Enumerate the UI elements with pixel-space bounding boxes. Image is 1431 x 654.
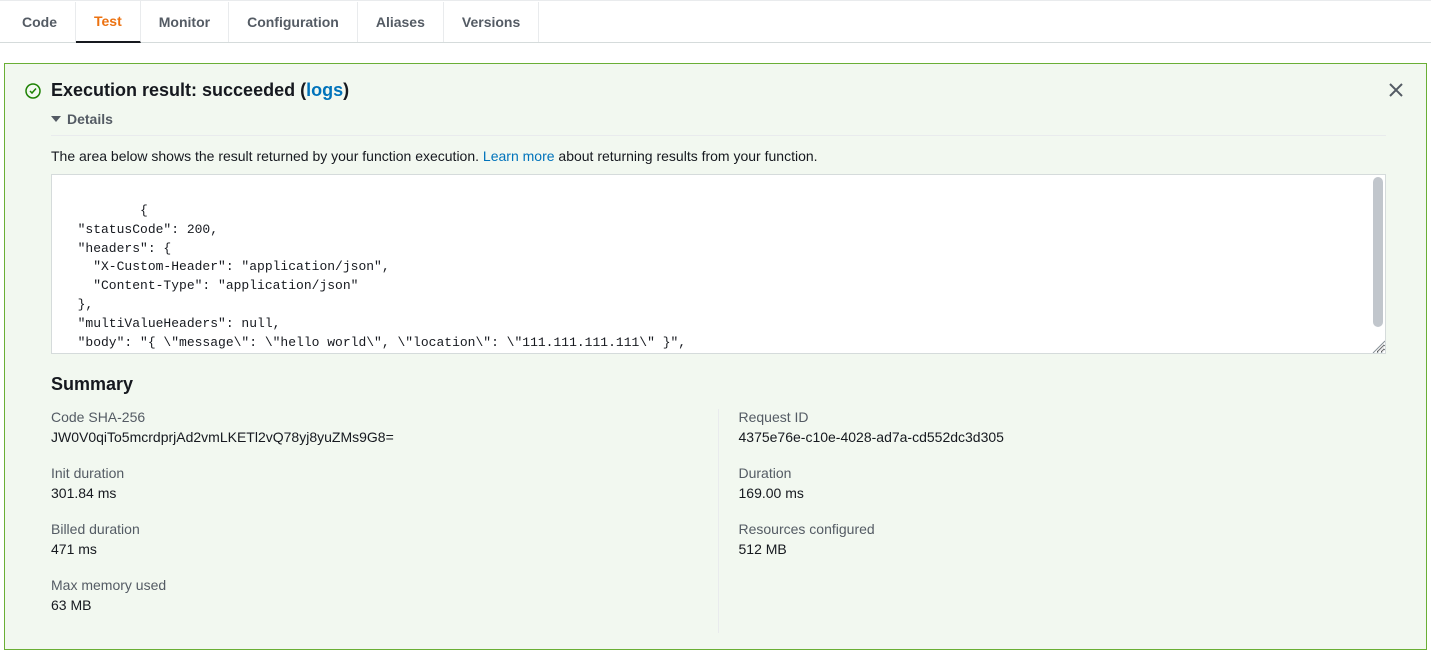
summary-item-code-sha: Code SHA-256 JW0V0qiTo5mcrdprjAd2vmLKETl… (51, 409, 698, 445)
chevron-down-icon (51, 116, 61, 122)
result-title-text: Execution result: succeeded ( (51, 80, 306, 100)
summary-item-resources: Resources configured 512 MB (739, 521, 1387, 557)
tab-monitor[interactable]: Monitor (141, 2, 229, 42)
summary-label: Resources configured (739, 521, 1387, 537)
summary-item-duration: Duration 169.00 ms (739, 465, 1387, 501)
result-description: The area below shows the result returned… (51, 148, 1386, 164)
result-header: Execution result: succeeded (logs) Detai… (25, 80, 1406, 633)
summary-item-init-duration: Init duration 301.84 ms (51, 465, 698, 501)
summary-label: Code SHA-256 (51, 409, 698, 425)
details-label: Details (67, 111, 113, 127)
summary-label: Request ID (739, 409, 1387, 425)
tab-code[interactable]: Code (6, 2, 76, 42)
resize-handle-icon[interactable] (1369, 337, 1385, 353)
tab-versions[interactable]: Versions (444, 2, 539, 42)
tab-aliases[interactable]: Aliases (358, 2, 444, 42)
summary-label: Billed duration (51, 521, 698, 537)
tab-configuration[interactable]: Configuration (229, 2, 358, 42)
summary-col-right: Request ID 4375e76e-c10e-4028-ad7a-cd552… (719, 409, 1387, 633)
result-title: Execution result: succeeded (logs) (51, 80, 1386, 101)
summary-value: 63 MB (51, 597, 698, 613)
details-toggle[interactable]: Details (51, 111, 1386, 136)
summary-label: Init duration (51, 465, 698, 481)
code-output[interactable]: { "statusCode": 200, "headers": { "X-Cus… (51, 174, 1386, 354)
tab-test[interactable]: Test (76, 1, 141, 43)
summary-item-max-memory: Max memory used 63 MB (51, 577, 698, 613)
description-before: The area below shows the result returned… (51, 148, 483, 164)
description-after: about returning results from your functi… (555, 148, 818, 164)
execution-result-panel: Execution result: succeeded (logs) Detai… (4, 63, 1427, 650)
summary-label: Duration (739, 465, 1387, 481)
summary-item-request-id: Request ID 4375e76e-c10e-4028-ad7a-cd552… (739, 409, 1387, 445)
close-icon (1388, 82, 1404, 98)
summary-value: 301.84 ms (51, 485, 698, 501)
scrollbar[interactable] (1373, 177, 1383, 327)
summary-value: 4375e76e-c10e-4028-ad7a-cd552dc3d305 (739, 429, 1387, 445)
tabs-container: Code Test Monitor Configuration Aliases … (0, 0, 1431, 43)
learn-more-link[interactable]: Learn more (483, 148, 555, 164)
summary-grid: Code SHA-256 JW0V0qiTo5mcrdprjAd2vmLKETl… (51, 409, 1386, 633)
summary-value: 471 ms (51, 541, 698, 557)
summary-title: Summary (51, 374, 1386, 395)
success-check-icon (25, 83, 41, 99)
close-button[interactable] (1386, 80, 1406, 100)
summary-value: JW0V0qiTo5mcrdprjAd2vmLKETl2vQ78yj8yuZMs… (51, 429, 698, 445)
summary-item-billed-duration: Billed duration 471 ms (51, 521, 698, 557)
code-output-text: { "statusCode": 200, "headers": { "X-Cus… (62, 203, 686, 354)
logs-link[interactable]: logs (306, 80, 343, 100)
summary-label: Max memory used (51, 577, 698, 593)
summary-value: 169.00 ms (739, 485, 1387, 501)
summary-col-left: Code SHA-256 JW0V0qiTo5mcrdprjAd2vmLKETl… (51, 409, 719, 633)
summary-value: 512 MB (739, 541, 1387, 557)
tabs: Code Test Monitor Configuration Aliases … (6, 1, 1425, 42)
result-title-suffix: ) (343, 80, 349, 100)
